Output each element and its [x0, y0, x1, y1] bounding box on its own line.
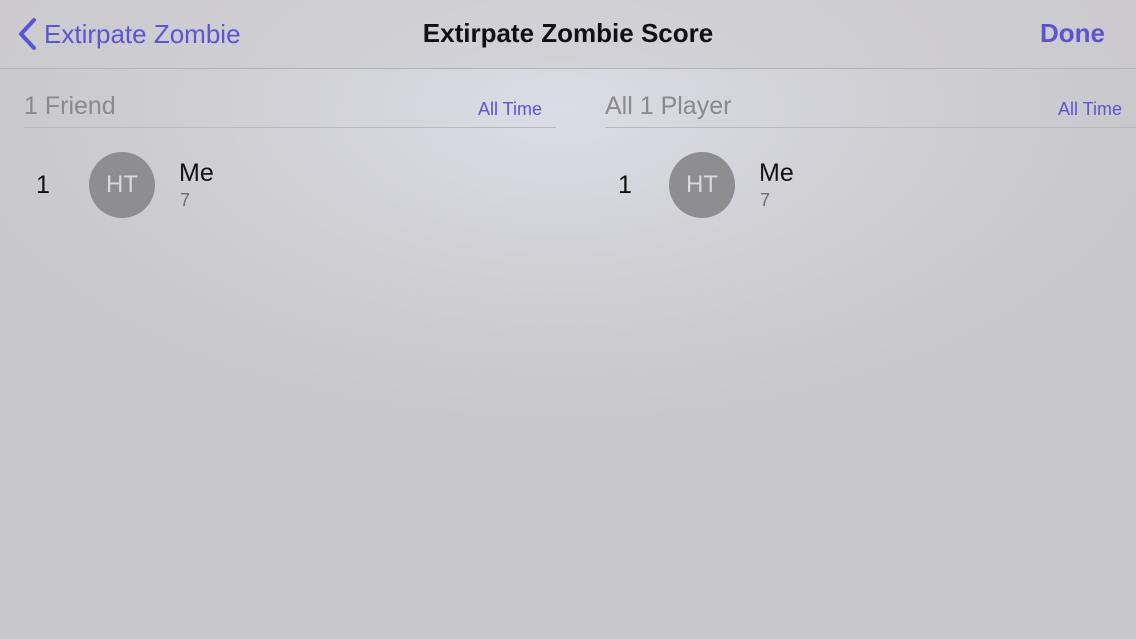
leaderboard-header: 1 Friend All Time — [24, 68, 556, 128]
rank-number: 1 — [618, 171, 632, 199]
leaderboard-row[interactable]: 1 HT Me 7 — [580, 152, 1136, 218]
rank-number: 1 — [36, 171, 50, 199]
page-title: Extirpate Zombie Score — [422, 18, 714, 48]
avatar: HT — [669, 152, 735, 218]
player-name: Me — [759, 159, 794, 187]
players-count-label: All 1 Player — [605, 92, 732, 120]
player-score: 7 — [760, 190, 771, 210]
navigation-bar: Extirpate Zombie Extirpate Zombie Score … — [0, 0, 1136, 69]
friends-count-label: 1 Friend — [24, 92, 116, 120]
avatar-initials: HT — [106, 171, 138, 198]
avatar-initials: HT — [686, 171, 718, 198]
done-button[interactable]: Done — [1040, 18, 1105, 49]
leaderboard-header: All 1 Player All Time — [605, 68, 1136, 128]
all-players-leaderboard: All 1 Player All Time 1 HT Me 7 — [580, 68, 1136, 268]
time-filter-button[interactable]: All Time — [1058, 99, 1122, 120]
player-name: Me — [179, 159, 214, 187]
avatar: HT — [89, 152, 155, 218]
player-score: 7 — [180, 190, 191, 210]
leaderboard-row[interactable]: 1 HT Me 7 — [0, 152, 566, 218]
time-filter-button[interactable]: All Time — [478, 99, 542, 120]
friends-leaderboard: 1 Friend All Time 1 HT Me 7 — [0, 68, 566, 268]
